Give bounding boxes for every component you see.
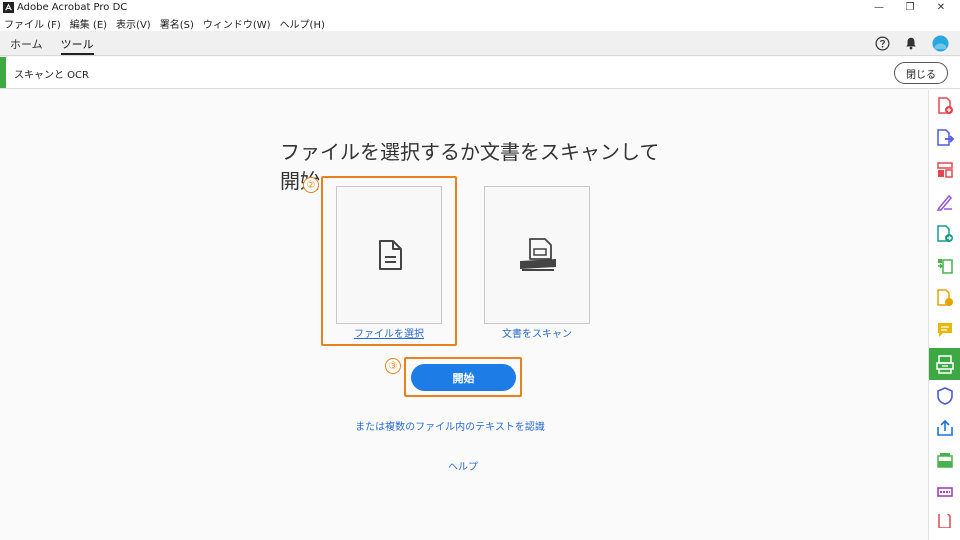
fill-sign-icon[interactable] bbox=[935, 192, 955, 212]
document-icon bbox=[379, 240, 402, 270]
close-tool-button[interactable]: 閉じる bbox=[894, 62, 948, 84]
scan-document-card[interactable] bbox=[484, 186, 590, 324]
tab-home[interactable]: ホーム bbox=[10, 32, 43, 55]
nav-bar: ホーム ツール bbox=[0, 31, 960, 56]
bell-icon[interactable] bbox=[902, 34, 920, 52]
window-close-button[interactable]: ✕ bbox=[926, 0, 956, 15]
create-pdf-icon[interactable] bbox=[935, 96, 955, 116]
help-link[interactable]: ヘルプ bbox=[430, 458, 496, 473]
send-for-signature-icon[interactable] bbox=[935, 224, 955, 244]
menu-help[interactable]: ヘルプ(H) bbox=[280, 16, 325, 31]
menu-window[interactable]: ウィンドウ(W) bbox=[203, 16, 271, 31]
tools-pane bbox=[928, 90, 960, 540]
share-icon[interactable] bbox=[935, 418, 955, 438]
edit-pdf-icon[interactable] bbox=[935, 288, 955, 308]
tool-name: スキャンと OCR bbox=[14, 70, 89, 81]
scan-ocr-icon[interactable] bbox=[929, 348, 960, 380]
select-file-card[interactable] bbox=[336, 186, 442, 324]
menu-edit[interactable]: 編集 (E) bbox=[70, 16, 107, 31]
title-bar: Adobe Acrobat Pro DC bbox=[0, 0, 960, 15]
menu-sign[interactable]: 署名(S) bbox=[160, 16, 194, 31]
menu-view[interactable]: 表示(V) bbox=[116, 16, 151, 31]
more-tools-icon[interactable] bbox=[935, 514, 955, 528]
minimize-button[interactable]: — bbox=[864, 0, 894, 15]
scan-document-link[interactable]: 文書をスキャン bbox=[484, 325, 590, 340]
acrobat-logo-icon bbox=[3, 2, 14, 13]
multi-file-ocr-link[interactable]: または複数のファイル内のテキストを認識 bbox=[330, 418, 570, 433]
organize-pages-icon[interactable] bbox=[935, 160, 955, 180]
menu-file[interactable]: ファイル (F) bbox=[4, 16, 61, 31]
export-pdf-icon[interactable] bbox=[935, 128, 955, 148]
start-button[interactable]: 開始 bbox=[411, 364, 516, 391]
help-icon[interactable] bbox=[873, 34, 891, 52]
step2-badge: ② bbox=[303, 177, 319, 193]
redact-icon[interactable] bbox=[935, 482, 955, 502]
tool-accent-bar bbox=[0, 57, 6, 88]
stamp-icon[interactable] bbox=[935, 450, 955, 470]
avatar[interactable] bbox=[931, 34, 949, 52]
tab-tools[interactable]: ツール bbox=[60, 32, 94, 55]
select-file-link[interactable]: ファイルを選択 bbox=[336, 325, 442, 340]
window-title: Adobe Acrobat Pro DC bbox=[17, 2, 128, 13]
comment-icon[interactable] bbox=[935, 320, 955, 340]
compress-icon[interactable] bbox=[935, 256, 955, 276]
tool-header: スキャンと OCR bbox=[0, 57, 960, 89]
menu-bar: ファイル (F) 編集 (E) 表示(V) 署名(S) ウィンドウ(W) ヘルプ… bbox=[0, 15, 960, 31]
protect-icon[interactable] bbox=[935, 386, 955, 406]
restore-button[interactable]: ❐ bbox=[895, 0, 925, 15]
step3-badge: ③ bbox=[385, 358, 401, 374]
scanner-icon bbox=[520, 238, 556, 271]
